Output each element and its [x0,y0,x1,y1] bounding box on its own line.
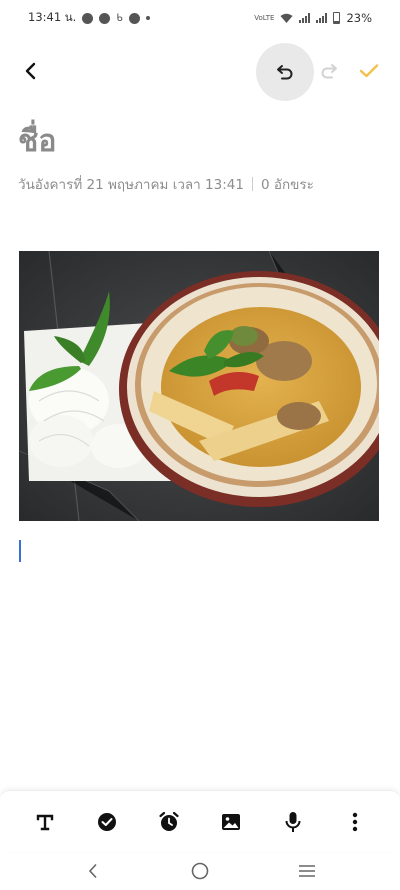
battery-level: 23% [346,11,372,25]
note-meta: วันอังคารที่ 21 พฤษภาคม เวลา 13:41 0 อัก… [18,173,314,195]
more-options-button[interactable] [335,802,375,842]
image-icon [222,813,240,830]
signal-2-icon [316,13,328,23]
back-button[interactable] [14,54,48,88]
system-nav-bar [0,852,400,890]
insert-image-button[interactable] [211,802,251,842]
signal-1-icon [299,13,311,23]
text-format-button[interactable] [25,802,65,842]
status-time: 13:41 น. [28,10,77,24]
microphone-icon [285,811,301,832]
undo-icon [277,65,293,80]
meta-divider [251,177,253,191]
note-title[interactable]: ชื่อ [18,118,56,165]
redo-icon [321,64,337,79]
volte-icon: VoLTE [254,14,275,22]
checkmark-icon [359,64,379,78]
line-app-icon: ᑲ [116,12,123,24]
character-count: 0 อักขระ [260,177,314,193]
more-notifications-icon [145,16,150,20]
compass-icon [128,12,140,24]
redo-button [312,54,346,88]
nav-back-button[interactable] [73,856,113,886]
reminder-button[interactable] [149,802,189,842]
checklist-icon [98,812,116,831]
nav-home-icon [191,862,209,880]
bottom-toolbar [0,790,400,852]
status-bar: 13:41 น. ᑲ VoLTE 23% [0,0,400,36]
status-right: VoLTE 23% [254,11,372,25]
nav-back-icon [89,863,97,879]
checklist-button[interactable] [87,802,127,842]
messenger-icon [99,12,111,24]
more-options-icon [352,812,358,831]
undo-button[interactable] [256,43,314,101]
note-image[interactable] [19,251,379,521]
battery-icon [333,12,341,24]
nav-recents-button[interactable] [287,856,327,886]
done-button[interactable] [352,54,386,88]
alarm-icon [159,811,179,831]
voice-button[interactable] [273,802,313,842]
notification-chat-icon [82,12,94,24]
status-left: 13:41 น. ᑲ [28,9,150,27]
nav-home-button[interactable] [180,856,220,886]
note-date: วันอังคารที่ 21 พฤษภาคม เวลา 13:41 [18,177,244,193]
back-arrow-icon [25,62,36,80]
nav-recents-icon [298,865,315,877]
top-toolbar [0,40,400,102]
text-cursor [19,540,21,562]
text-format-icon [36,814,54,830]
green-curry-photo [19,251,379,521]
wifi-icon [280,13,293,23]
